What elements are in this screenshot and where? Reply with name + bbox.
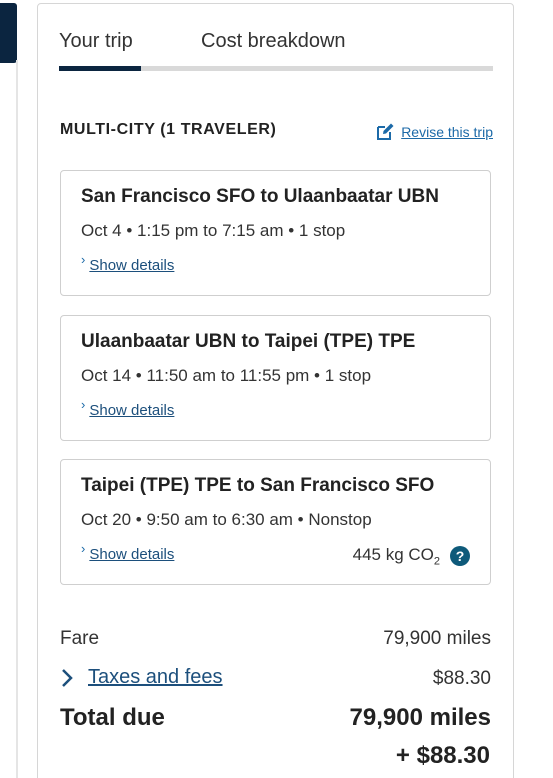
co2-emissions: 445 kg CO2 ? — [353, 545, 470, 567]
chevron-right-icon: › — [81, 252, 86, 267]
flight-card: San Francisco SFO to Ulaanbaatar UBN Oct… — [60, 170, 491, 296]
chevron-right-icon: › — [81, 397, 86, 412]
show-details-label: Show details — [89, 402, 175, 419]
taxes-value: $88.30 — [432, 668, 491, 689]
total-cash: + $88.30 — [395, 742, 490, 769]
flight-card: Ulaanbaatar UBN to Taipei (TPE) TPE Oct … — [60, 315, 491, 441]
total-due-label: Total due — [60, 704, 165, 731]
tab-cost-breakdown[interactable]: Cost breakdown — [201, 30, 346, 53]
trip-type-title: MULTI-CITY (1 TRAVELER) — [60, 121, 277, 138]
show-details-link[interactable]: › Show details — [81, 541, 175, 565]
fare-label: Fare — [60, 628, 100, 649]
column-divider — [16, 60, 18, 778]
show-details-label: Show details — [89, 257, 175, 274]
flight-info: Oct 20 • 9:50 am to 6:30 am • Nonstop — [81, 510, 372, 529]
flight-info: Oct 4 • 1:15 pm to 7:15 am • 1 stop — [81, 221, 346, 240]
flight-route: Taipei (TPE) TPE to San Francisco SFO — [81, 475, 435, 496]
taxes-and-fees-label: Taxes and fees — [88, 666, 223, 688]
nav-edge-bar — [0, 3, 17, 63]
edit-icon — [375, 122, 395, 142]
show-details-link[interactable]: › Show details — [81, 252, 175, 276]
show-details-label: Show details — [89, 546, 175, 563]
fare-value: 79,900 miles — [383, 628, 491, 649]
summary-tabs: Your trip Cost breakdown — [59, 4, 493, 71]
flight-info: Oct 14 • 11:50 am to 11:55 pm • 1 stop — [81, 366, 372, 385]
flight-route: Ulaanbaatar UBN to Taipei (TPE) TPE — [81, 331, 416, 352]
fare-row: Fare 79,900 miles — [60, 628, 491, 654]
help-icon[interactable]: ? — [450, 546, 470, 567]
total-row: Total due 79,900 miles — [60, 704, 491, 736]
taxes-row: Taxes and fees $88.30 — [60, 666, 491, 694]
revise-trip-label: Revise this trip — [401, 124, 493, 140]
show-details-link[interactable]: › Show details — [81, 397, 175, 421]
tab-your-trip[interactable]: Your trip — [59, 30, 133, 53]
flight-card: Taipei (TPE) TPE to San Francisco SFO Oc… — [60, 459, 491, 585]
trip-header: MULTI-CITY (1 TRAVELER) Revise this trip — [60, 119, 493, 145]
taxes-and-fees-toggle[interactable]: Taxes and fees — [60, 666, 223, 689]
chevron-right-icon — [60, 667, 74, 689]
chevron-right-icon: › — [81, 541, 86, 556]
total-miles: 79,900 miles — [349, 704, 491, 731]
trip-summary-panel: Your trip Cost breakdown MULTI-CITY (1 T… — [37, 3, 514, 778]
active-tab-indicator — [59, 66, 141, 71]
flight-route: San Francisco SFO to Ulaanbaatar UBN — [81, 186, 439, 207]
revise-trip-link[interactable]: Revise this trip — [375, 119, 493, 145]
co2-value: 445 kg CO2 — [352, 545, 440, 568]
